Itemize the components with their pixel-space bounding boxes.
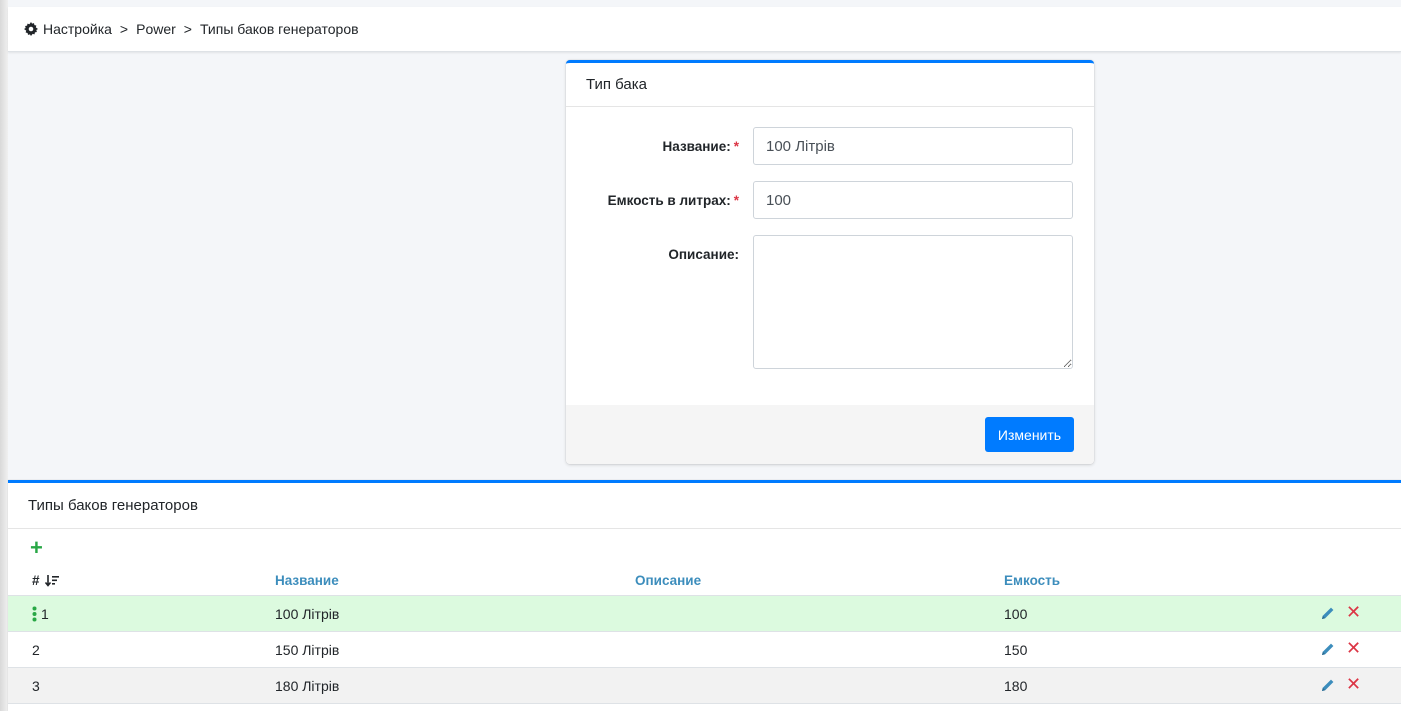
row-name: 150 Літрів bbox=[275, 642, 340, 658]
column-header-num[interactable]: # bbox=[32, 573, 60, 588]
breadcrumb-separator: > bbox=[119, 21, 129, 37]
column-header-description[interactable]: Описание bbox=[635, 573, 701, 588]
row-num: 2 bbox=[32, 642, 40, 658]
capacity-label: Емкость в литрах: * bbox=[607, 193, 739, 208]
description-textarea[interactable] bbox=[753, 235, 1073, 369]
capacity-input[interactable] bbox=[753, 181, 1073, 219]
breadcrumb: Настройка > Power > Типы баков генератор… bbox=[8, 7, 1401, 52]
table-row[interactable]: 3 180 Літрів 180 ✕ bbox=[8, 668, 1401, 704]
submit-button[interactable]: Изменить bbox=[985, 417, 1074, 452]
edit-pencil-icon[interactable] bbox=[1321, 642, 1335, 656]
delete-icon[interactable]: ✕ bbox=[1346, 603, 1361, 621]
name-input[interactable] bbox=[753, 127, 1073, 165]
required-mark: * bbox=[733, 193, 739, 208]
row-capacity: 100 bbox=[1004, 606, 1028, 622]
table-row[interactable]: 1 100 Літрів 100 ✕ bbox=[8, 596, 1401, 632]
tank-type-form-card: Тип бака Название:* Емкость в литрах:* О… bbox=[566, 60, 1094, 464]
edit-pencil-icon[interactable] bbox=[1321, 606, 1335, 620]
table-row[interactable]: 2 150 Літрів 150 ✕ bbox=[8, 632, 1401, 668]
column-header-name[interactable]: Название bbox=[275, 573, 339, 588]
row-num: 3 bbox=[32, 678, 40, 694]
delete-icon[interactable]: ✕ bbox=[1346, 639, 1361, 657]
breadcrumb-item-current: Типы баков генераторов bbox=[199, 21, 359, 37]
add-icon[interactable]: + bbox=[30, 537, 48, 559]
column-header-capacity[interactable]: Емкость bbox=[1004, 573, 1060, 588]
breadcrumb-separator: > bbox=[183, 21, 192, 37]
delete-icon[interactable]: ✕ bbox=[1346, 675, 1361, 693]
row-capacity: 180 bbox=[1004, 678, 1028, 694]
row-num: 1 bbox=[41, 606, 49, 622]
form-footer: Изменить bbox=[566, 405, 1094, 464]
edit-pencil-icon[interactable] bbox=[1321, 678, 1335, 692]
breadcrumb-item-settings[interactable]: Настройка bbox=[43, 21, 112, 37]
row-name: 180 Літрів bbox=[275, 678, 340, 694]
table-card-title: Типы баков генераторов bbox=[8, 483, 1401, 529]
name-label: Название: * bbox=[662, 139, 739, 154]
row-name: 100 Літрів bbox=[275, 606, 340, 622]
row-capacity: 150 bbox=[1004, 642, 1028, 658]
gear-icon bbox=[24, 22, 38, 36]
required-mark: * bbox=[733, 139, 739, 154]
left-shade bbox=[0, 0, 8, 711]
drag-handle-icon[interactable] bbox=[32, 606, 37, 622]
form-card-title: Тип бака bbox=[566, 63, 1094, 107]
tank-types-table-card: Типы баков генераторов + # Название Опис… bbox=[8, 480, 1401, 711]
breadcrumb-item-power[interactable]: Power bbox=[136, 21, 176, 37]
sort-desc-icon[interactable] bbox=[45, 574, 60, 588]
description-label: Описание: bbox=[668, 247, 739, 262]
table-header: # Название Описание Емкость bbox=[8, 567, 1401, 596]
